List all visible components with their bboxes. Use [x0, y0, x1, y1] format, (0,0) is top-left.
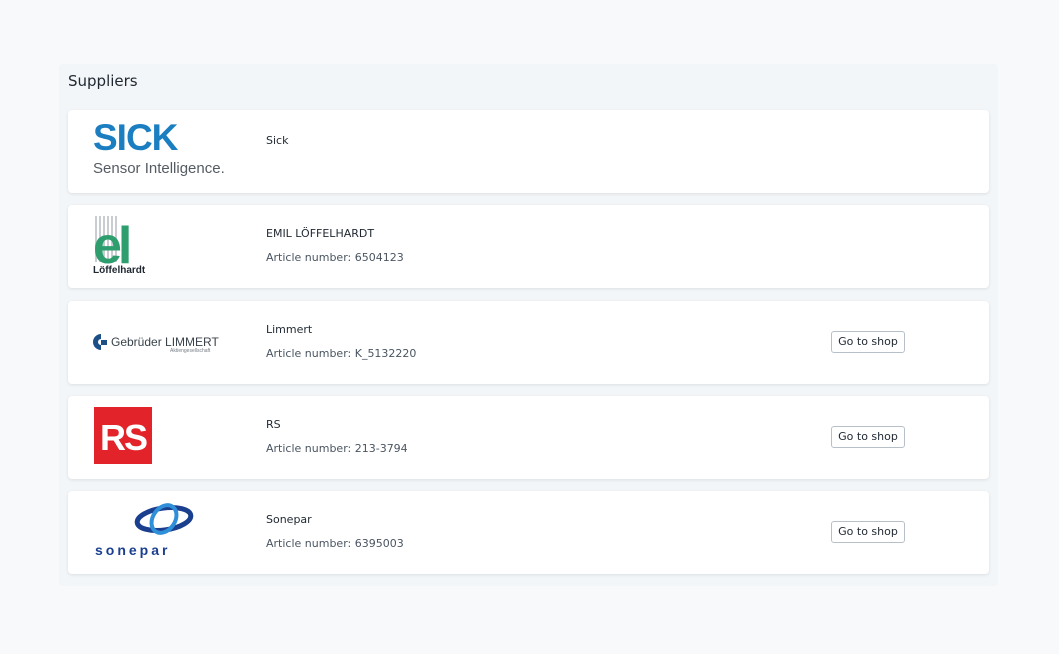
- svg-text:SICK: SICK: [93, 117, 179, 158]
- supplier-name: Sick: [266, 134, 289, 147]
- supplier-card-sonepar: sonepar Sonepar Article number: 6395003 …: [68, 491, 989, 574]
- svg-text:sonepar: sonepar: [95, 542, 170, 558]
- go-to-shop-button[interactable]: Go to shop: [831, 426, 905, 448]
- supplier-card-limmert: Gebrüder LIMMERT Aktiengesellschaft Limm…: [68, 301, 989, 384]
- supplier-logo-sonepar: sonepar: [68, 491, 258, 574]
- supplier-name: RS: [266, 418, 281, 431]
- go-to-shop-button[interactable]: Go to shop: [831, 331, 905, 353]
- section-title: Suppliers: [68, 72, 138, 90]
- svg-text:RS: RS: [100, 417, 147, 458]
- supplier-name: EMIL LÖFFELHARDT: [266, 227, 375, 240]
- suppliers-panel: Suppliers SICK Sensor Intelligence. Sick: [59, 64, 998, 586]
- supplier-card-loeffelhardt: el Löffelhardt EMIL LÖFFELHARDT Article …: [68, 205, 989, 288]
- article-number: Article number: 213-3794: [266, 442, 408, 455]
- svg-text:Sensor Intelligence.: Sensor Intelligence.: [93, 160, 225, 177]
- svg-text:Löffelhardt: Löffelhardt: [93, 265, 146, 276]
- supplier-logo-limmert: Gebrüder LIMMERT Aktiengesellschaft: [68, 301, 258, 384]
- go-to-shop-button[interactable]: Go to shop: [831, 521, 905, 543]
- supplier-card-sick: SICK Sensor Intelligence. Sick: [68, 110, 989, 193]
- supplier-name: Limmert: [266, 323, 313, 336]
- supplier-logo-loeffelhardt: el Löffelhardt: [68, 205, 258, 288]
- article-number: Article number: 6504123: [266, 251, 404, 264]
- article-number: Article number: K_5132220: [266, 347, 417, 360]
- supplier-logo-rs: RS: [68, 396, 258, 479]
- supplier-name: Sonepar: [266, 513, 312, 526]
- svg-text:Gebrüder LIMMERT: Gebrüder LIMMERT: [111, 335, 219, 349]
- supplier-card-rs: RS RS Article number: 213-3794 Go to sho…: [68, 396, 989, 479]
- svg-text:Aktiengesellschaft: Aktiengesellschaft: [170, 348, 211, 354]
- article-number: Article number: 6395003: [266, 537, 404, 550]
- supplier-logo-sick: SICK Sensor Intelligence.: [68, 110, 258, 193]
